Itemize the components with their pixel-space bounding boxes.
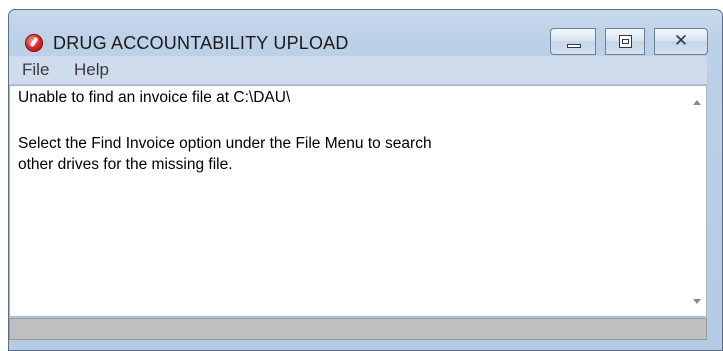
window-title: DRUG ACCOUNTABILITY UPLOAD — [53, 33, 349, 53]
scroll-up-icon[interactable] — [693, 100, 701, 105]
message-line-4: other drives for the missing file. — [18, 156, 233, 173]
minimize-icon — [567, 44, 581, 48]
close-button[interactable]: ✕ — [654, 28, 708, 55]
maximize-icon — [619, 35, 632, 48]
app-logo-icon[interactable] — [25, 34, 43, 52]
menu-bar: File Help — [9, 56, 707, 85]
vertical-scrollbar[interactable] — [688, 86, 706, 316]
message-line-1: Unable to find an invoice file at C:\DAU… — [18, 89, 291, 106]
message-area[interactable]: Unable to find an invoice file at C:\DAU… — [9, 85, 707, 317]
maximize-button[interactable] — [605, 28, 645, 55]
status-bar — [9, 318, 707, 340]
menu-file[interactable]: File — [22, 60, 49, 80]
menu-help[interactable]: Help — [74, 60, 109, 80]
message-line-3: Select the Find Invoice option under the… — [18, 135, 432, 152]
scroll-down-icon[interactable] — [693, 299, 701, 304]
close-icon: ✕ — [673, 31, 689, 51]
minimize-button[interactable] — [550, 28, 596, 55]
